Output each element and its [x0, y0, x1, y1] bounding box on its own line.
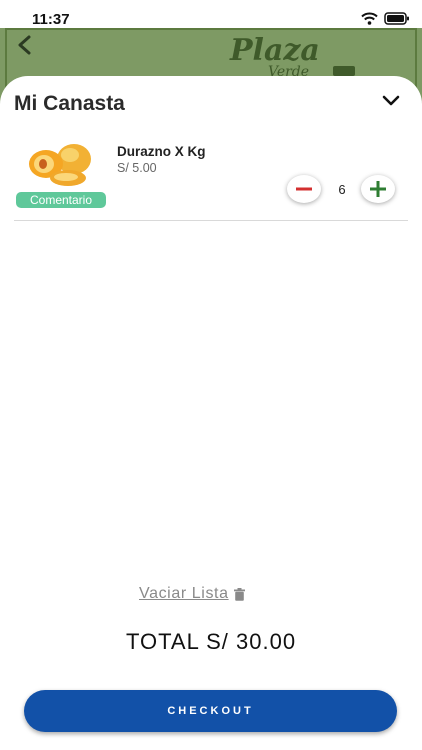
peach-image [29, 144, 91, 186]
sheet-title: Mi Canasta [14, 92, 125, 115]
cart-item: Comentario Durazno X Kg S/ 5.00 6 [14, 134, 408, 221]
decrease-quantity-button[interactable] [287, 175, 321, 203]
wifi-icon [361, 12, 378, 25]
status-time: 11:37 [32, 11, 70, 28]
increase-quantity-button[interactable] [361, 175, 395, 203]
comment-button[interactable]: Comentario [16, 192, 106, 208]
total-amount: TOTAL S/ 30.00 [125, 629, 297, 654]
clear-list-label: Vaciar Lista [139, 585, 229, 602]
plaza-verde-logo: Plaza Verde [229, 33, 355, 80]
clear-list-button[interactable]: Vaciar Lista [139, 585, 245, 603]
checkout-button[interactable]: CHECKOUT [24, 690, 397, 732]
status-icons [361, 12, 410, 25]
quantity-value: 6 [338, 182, 346, 197]
back-icon[interactable] [14, 34, 36, 56]
product-name: Durazno X Kg [117, 144, 206, 159]
trash-icon [233, 587, 245, 601]
plus-icon [370, 181, 386, 197]
chevron-down-icon[interactable] [382, 94, 400, 108]
battery-icon [384, 12, 409, 25]
product-price: S/ 5.00 [117, 161, 157, 175]
basket-sheet: Mi Canasta Comentario Durazno X Kg S/ 5.… [0, 76, 422, 750]
svg-text:Plaza: Plaza [229, 33, 320, 68]
minus-icon [296, 187, 312, 191]
